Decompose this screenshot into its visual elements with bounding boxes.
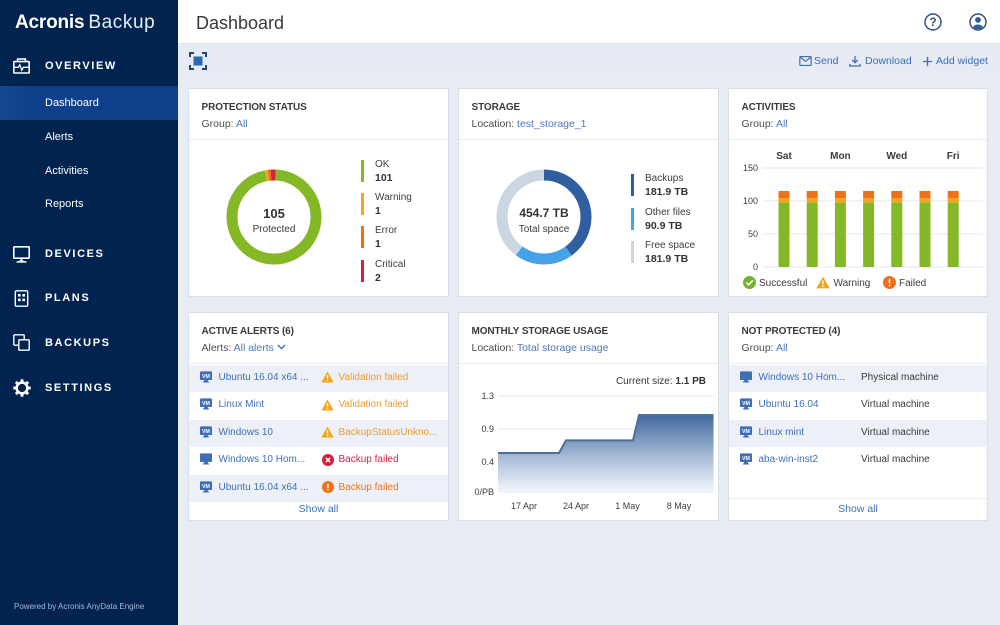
svg-text:VM: VM bbox=[202, 401, 211, 407]
svg-text:VM: VM bbox=[202, 373, 211, 379]
svg-text:VM: VM bbox=[202, 483, 211, 489]
svg-text:VM: VM bbox=[742, 401, 751, 407]
svg-text:VM: VM bbox=[742, 456, 751, 462]
svg-text:VM: VM bbox=[202, 428, 211, 434]
svg-text:VM: VM bbox=[742, 428, 751, 434]
svg-text:?: ? bbox=[929, 17, 936, 29]
